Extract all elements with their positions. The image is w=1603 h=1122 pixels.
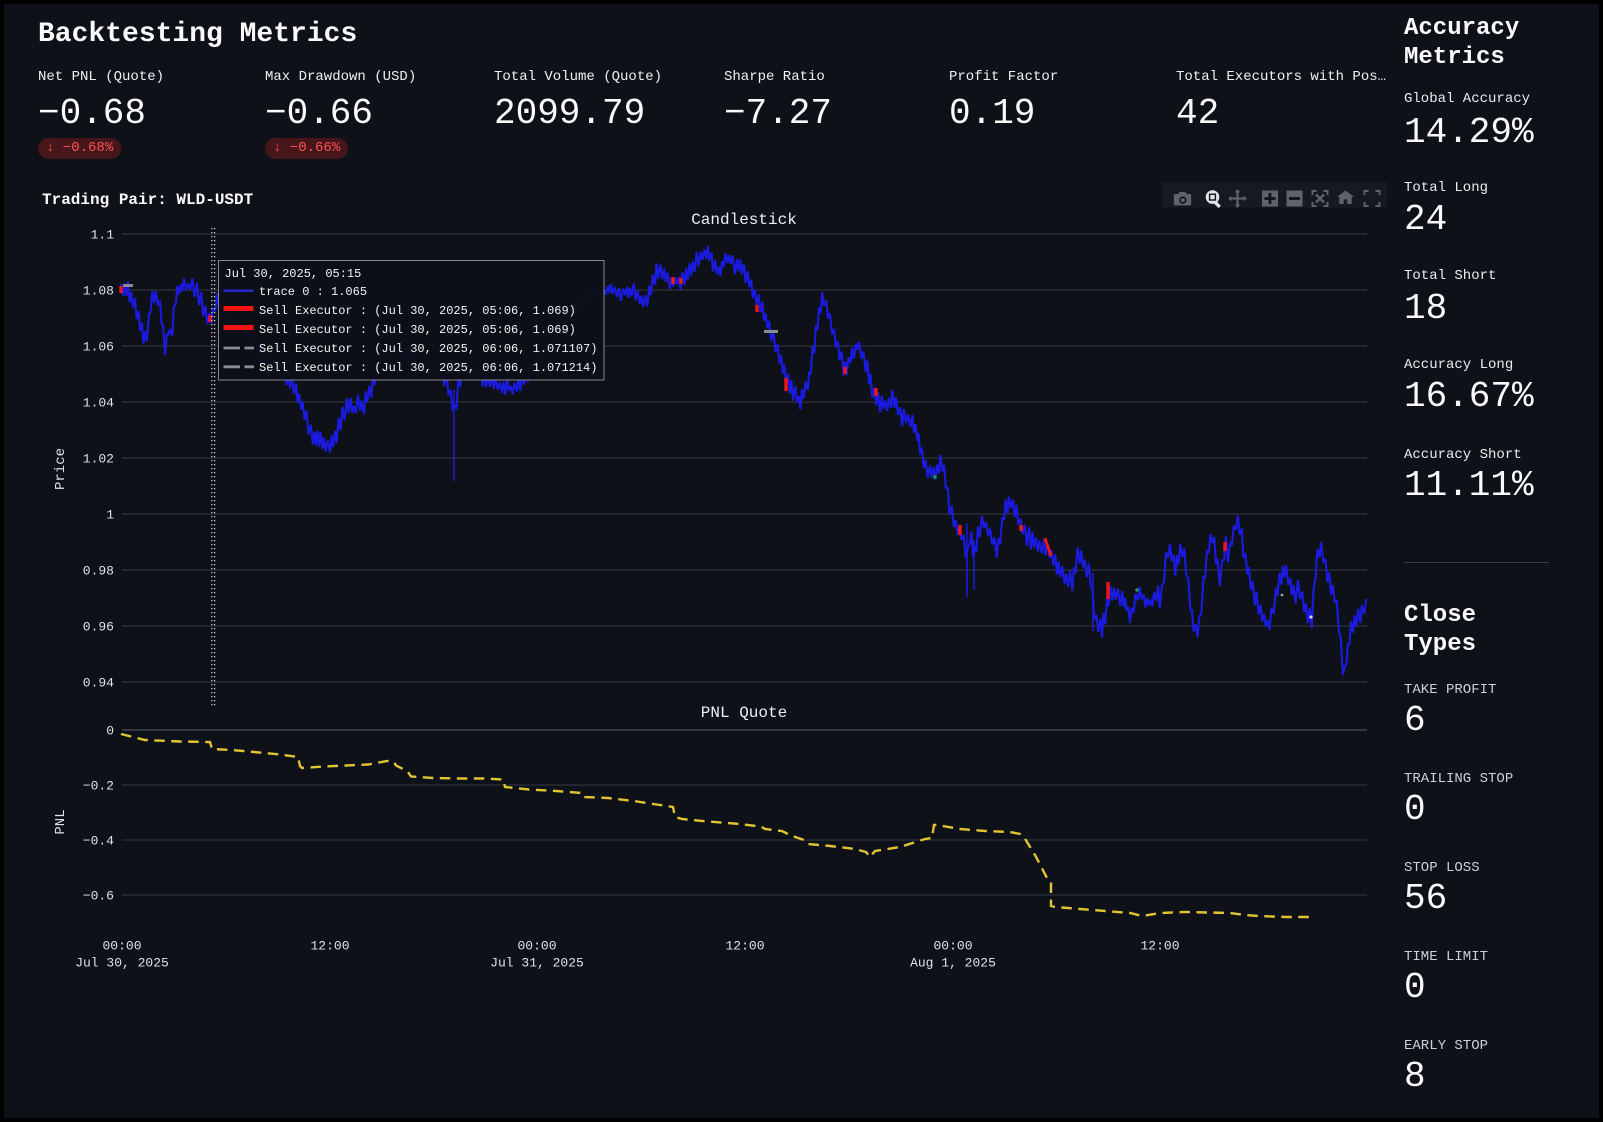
svg-text:1.1: 1.1 bbox=[91, 228, 115, 243]
svg-text:0.96: 0.96 bbox=[83, 620, 114, 635]
svg-text:PNL Quote: PNL Quote bbox=[701, 704, 787, 722]
svg-text:1.06: 1.06 bbox=[83, 340, 114, 355]
svg-text:12:00: 12:00 bbox=[1140, 939, 1179, 954]
svg-text:1.08: 1.08 bbox=[83, 284, 114, 299]
svg-text:1.02: 1.02 bbox=[83, 452, 114, 467]
svg-text:12:00: 12:00 bbox=[310, 939, 349, 954]
svg-text:Sell Executor : (Jul 30, 2025,: Sell Executor : (Jul 30, 2025, 06:06, 1.… bbox=[259, 361, 597, 375]
svg-text:Sell Executor : (Jul 30, 2025,: Sell Executor : (Jul 30, 2025, 06:06, 1.… bbox=[259, 342, 597, 356]
svg-text:Price: Price bbox=[53, 448, 69, 490]
svg-text:Candlestick: Candlestick bbox=[691, 211, 797, 229]
svg-text:−0.6: −0.6 bbox=[83, 889, 114, 904]
svg-text:00:00: 00:00 bbox=[517, 939, 556, 954]
svg-text:PNL: PNL bbox=[53, 809, 69, 834]
svg-text:−0.4: −0.4 bbox=[83, 834, 114, 849]
svg-text:00:00: 00:00 bbox=[102, 939, 141, 954]
svg-text:Sell Executor : (Jul 30, 2025,: Sell Executor : (Jul 30, 2025, 05:06, 1.… bbox=[259, 323, 576, 337]
svg-text:Jul 30, 2025: Jul 30, 2025 bbox=[75, 956, 169, 971]
svg-text:12:00: 12:00 bbox=[725, 939, 764, 954]
svg-text:1: 1 bbox=[106, 508, 114, 523]
svg-text:Aug 1, 2025: Aug 1, 2025 bbox=[910, 956, 996, 971]
svg-text:00:00: 00:00 bbox=[933, 939, 972, 954]
svg-text:0.98: 0.98 bbox=[83, 564, 114, 579]
svg-text:0.94: 0.94 bbox=[83, 676, 114, 691]
svg-text:0: 0 bbox=[106, 724, 114, 739]
svg-text:trace 0 : 1.065: trace 0 : 1.065 bbox=[259, 285, 367, 299]
svg-text:Jul 31, 2025: Jul 31, 2025 bbox=[490, 956, 584, 971]
svg-text:1.04: 1.04 bbox=[83, 396, 114, 411]
svg-text:Sell Executor : (Jul 30, 2025,: Sell Executor : (Jul 30, 2025, 05:06, 1.… bbox=[259, 304, 576, 318]
svg-text:Jul 30, 2025, 05:15: Jul 30, 2025, 05:15 bbox=[225, 267, 362, 281]
svg-text:−0.2: −0.2 bbox=[83, 779, 114, 794]
